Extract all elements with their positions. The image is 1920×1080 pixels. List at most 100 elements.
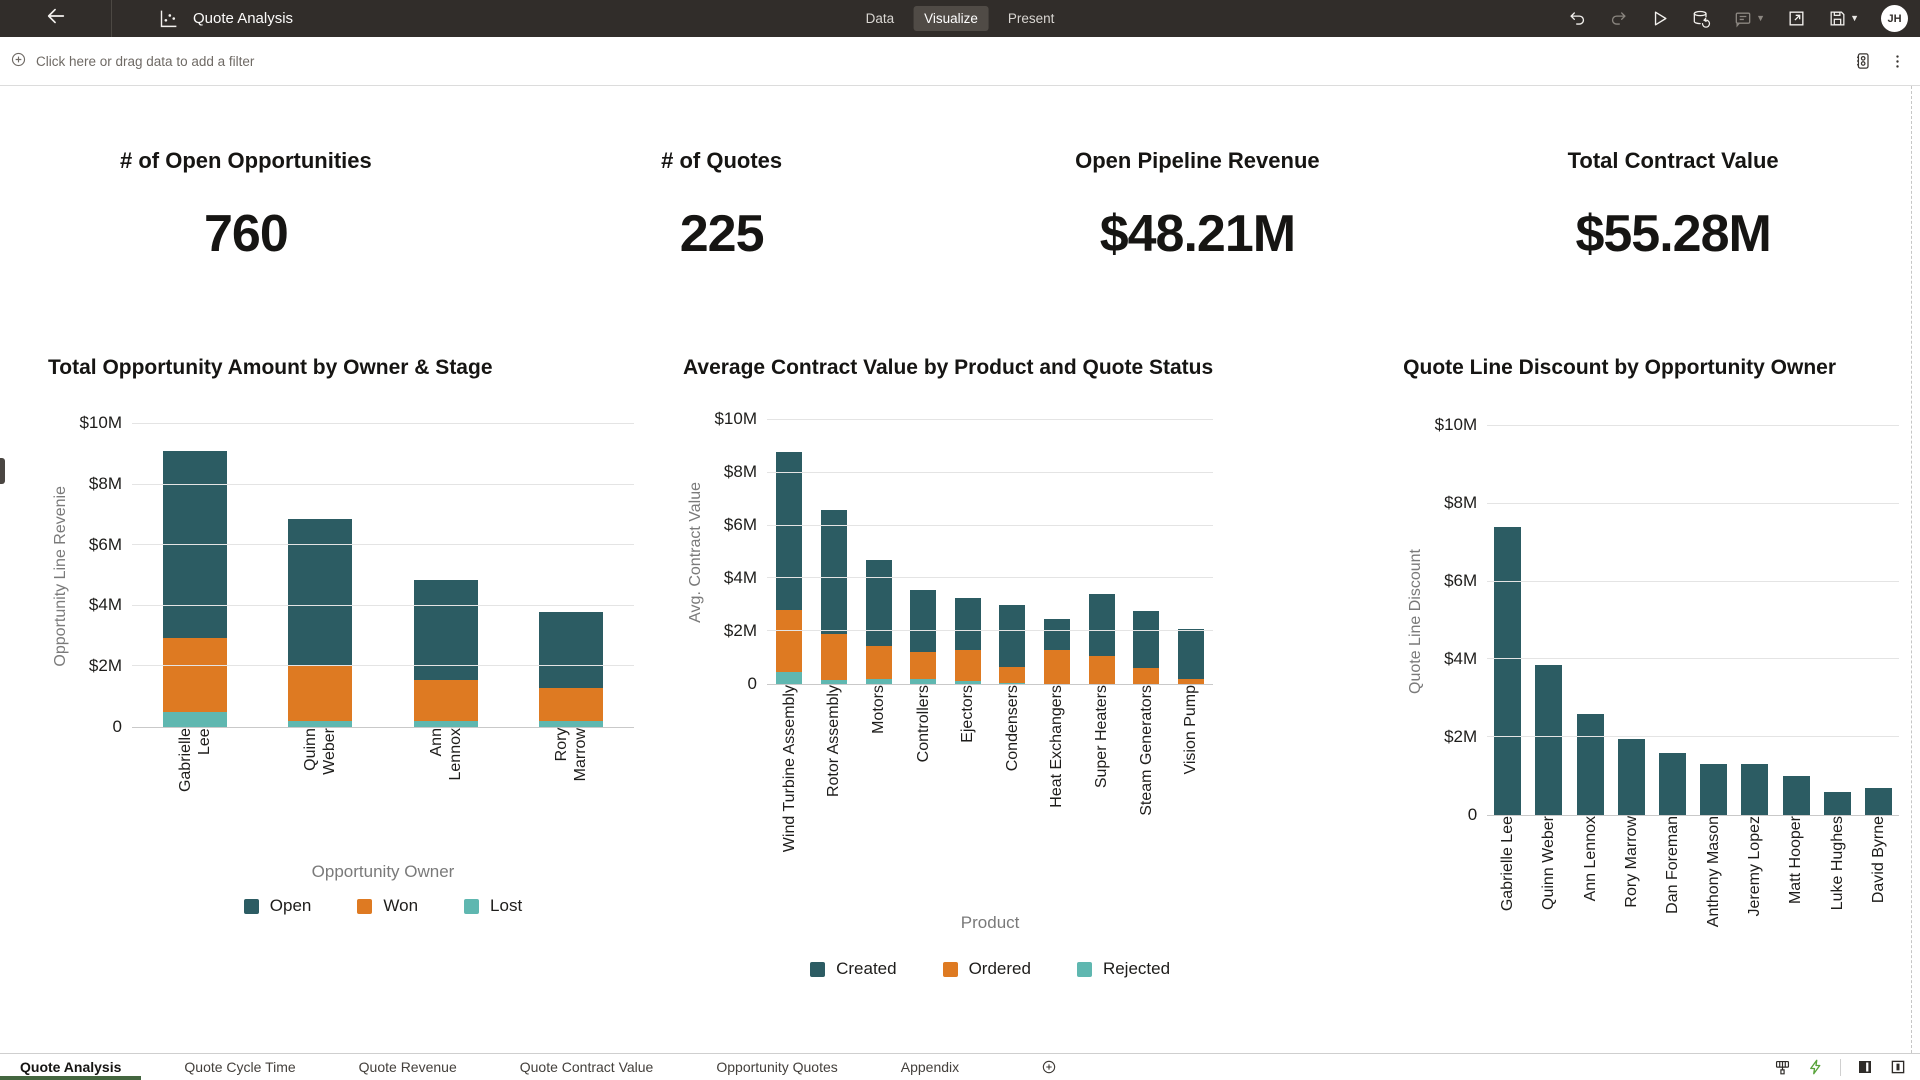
bar-segment-rejected[interactable] [955,681,981,684]
undo-button[interactable] [1568,9,1587,28]
back-button[interactable] [0,0,112,37]
legend-item-lost[interactable]: Lost [464,896,522,916]
bar-segment-created[interactable] [910,590,936,652]
bar-controllers[interactable] [910,590,936,684]
legend-item-open[interactable]: Open [244,896,312,916]
tab-visualize[interactable]: Visualize [913,6,989,31]
canvas-tab-quote-revenue[interactable]: Quote Revenue [339,1054,477,1080]
bar-segment-created[interactable] [955,598,981,649]
kpi-open-pipeline-revenue[interactable]: Open Pipeline Revenue $48.21M [960,148,1436,278]
bar-segment-quote-line-discount[interactable] [1618,739,1645,815]
tab-data[interactable]: Data [855,6,906,31]
kebab-menu-button[interactable] [1889,53,1906,70]
legend-item-ordered[interactable]: Ordered [943,959,1031,979]
bar-segment-quote-line-discount[interactable] [1577,714,1604,815]
redo-button[interactable] [1609,9,1628,28]
open-in-new-button[interactable] [1787,9,1806,28]
bar-segment-ordered[interactable] [866,646,892,679]
bar-vision-pump[interactable] [1178,629,1204,684]
legend-item-won[interactable]: Won [357,896,418,916]
refresh-data-button[interactable] [1691,9,1711,29]
bar-motors[interactable] [866,560,892,684]
bar-segment-open[interactable] [539,612,603,688]
bar-david-byrne[interactable] [1865,788,1892,815]
kpi-total-contract-value[interactable]: Total Contract Value $55.28M [1435,148,1911,278]
bar-segment-created[interactable] [1044,619,1070,649]
toggle-left-panel-button[interactable] [1856,1058,1874,1076]
user-avatar[interactable]: JH [1881,5,1908,32]
bar-jeremy-lopez[interactable] [1741,764,1768,815]
bar-segment-ordered[interactable] [821,634,847,680]
kpi-quotes[interactable]: # of Quotes 225 [484,148,960,278]
bar-steam-generators[interactable] [1133,611,1159,684]
bar-super-heaters[interactable] [1089,594,1115,684]
add-canvas-button[interactable] [1041,1054,1057,1080]
toggle-right-panel-button[interactable] [1889,1058,1907,1076]
bar-segment-lost[interactable] [539,721,603,727]
bar-segment-ordered[interactable] [1089,656,1115,684]
canvas-tab-quote-cycle-time[interactable]: Quote Cycle Time [164,1054,315,1080]
bar-segment-open[interactable] [288,519,352,664]
style-brush-button[interactable] [1773,1058,1792,1077]
bar-ejectors[interactable] [955,598,981,684]
chart-opportunity-amount-by-owner-stage[interactable]: Total Opportunity Amount by Owner & Stag… [8,278,658,1053]
bar-segment-lost[interactable] [163,712,227,727]
bar-segment-created[interactable] [1178,629,1204,679]
bar-rory-marrow[interactable] [1618,739,1645,815]
bar-ann-lennox[interactable] [1577,714,1604,815]
bar-segment-created[interactable] [821,510,847,634]
legend-item-created[interactable]: Created [810,959,896,979]
bar-segment-rejected[interactable] [910,679,936,684]
add-filter-prompt[interactable]: Click here or drag data to add a filter [10,51,254,71]
bar-segment-quote-line-discount[interactable] [1700,764,1727,815]
legend-item-rejected[interactable]: Rejected [1077,959,1170,979]
save-menu-button[interactable]: ▼ [1828,9,1859,28]
bar-segment-won[interactable] [163,638,227,712]
bar-condensers[interactable] [999,605,1025,684]
bar-gabrielle-lee[interactable] [163,451,227,727]
bar-segment-rejected[interactable] [999,683,1025,684]
bar-quinn-weber[interactable] [288,519,352,727]
bar-segment-ordered[interactable] [999,667,1025,683]
bar-segment-quote-line-discount[interactable] [1783,776,1810,815]
canvas-grammar-button[interactable] [1853,51,1873,71]
bar-segment-quote-line-discount[interactable] [1494,527,1521,815]
bar-segment-rejected[interactable] [821,680,847,684]
bar-segment-created[interactable] [776,452,802,610]
bar-segment-won[interactable] [288,665,352,721]
tab-present[interactable]: Present [997,6,1066,31]
bar-segment-lost[interactable] [414,721,478,727]
bar-quinn-weber[interactable] [1535,665,1562,815]
bar-segment-won[interactable] [539,688,603,721]
bar-segment-won[interactable] [414,680,478,721]
chart-avg-contract-value-by-product-status[interactable]: Average Contract Value by Product and Qu… [658,278,1345,1053]
bar-segment-ordered[interactable] [1044,650,1070,684]
chart-quote-line-discount-by-owner[interactable]: Quote Line Discount by Opportunity Owner… [1345,278,1911,1053]
bar-segment-ordered[interactable] [1133,668,1159,684]
bar-segment-quote-line-discount[interactable] [1824,792,1851,815]
canvas-tab-appendix[interactable]: Appendix [881,1054,979,1080]
panel-expand-handle[interactable] [0,458,5,484]
bar-wind-turbine-assembly[interactable] [776,452,802,684]
bar-segment-ordered[interactable] [1178,679,1204,684]
bar-segment-lost[interactable] [288,721,352,727]
bar-segment-ordered[interactable] [776,610,802,672]
bar-heat-exchangers[interactable] [1044,619,1070,684]
auto-insights-bolt-button[interactable] [1807,1058,1825,1076]
bar-segment-quote-line-discount[interactable] [1865,788,1892,815]
bar-segment-quote-line-discount[interactable] [1659,753,1686,815]
bar-segment-rejected[interactable] [866,679,892,684]
bar-segment-created[interactable] [999,605,1025,667]
bar-segment-created[interactable] [1089,594,1115,656]
kpi-open-opportunities[interactable]: # of Open Opportunities 760 [8,148,484,278]
bar-luke-hughes[interactable] [1824,792,1851,815]
bar-dan-foreman[interactable] [1659,753,1686,815]
bar-segment-quote-line-discount[interactable] [1741,764,1768,815]
bar-rory-marrow[interactable] [539,612,603,727]
canvas-tab-quote-contract-value[interactable]: Quote Contract Value [500,1054,674,1080]
bar-anthony-mason[interactable] [1700,764,1727,815]
bar-rotor-assembly[interactable] [821,510,847,684]
notes-menu-button[interactable]: ▼ [1733,9,1765,29]
bar-matt-hooper[interactable] [1783,776,1810,815]
bar-segment-created[interactable] [1133,611,1159,668]
